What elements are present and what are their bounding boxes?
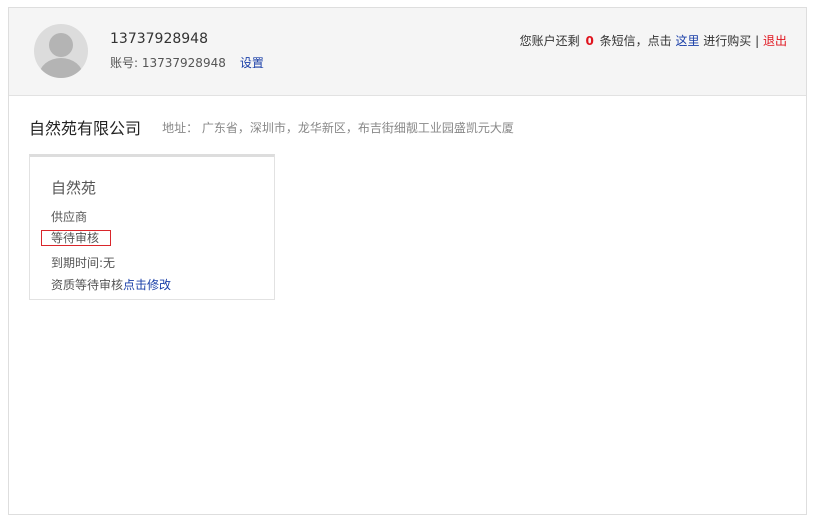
logout-link[interactable]: 退出 xyxy=(763,34,787,48)
account-value: 13737928948 xyxy=(141,56,226,70)
sms-prefix: 您账户还剩 xyxy=(519,34,584,48)
sms-middle: 条短信，点击 xyxy=(595,34,676,48)
expire-info: 到期时间:无 xyxy=(51,256,116,270)
qualification-line: 资质等待审核点击修改 xyxy=(51,276,171,293)
sms-suffix: 进行购买 | xyxy=(699,34,763,48)
page-frame: 13737928948 账号: 13737928948 设置 您账户还剩 0 条短… xyxy=(8,7,807,515)
sms-status: 您账户还剩 0 条短信，点击 这里 进行购买 | 退出 xyxy=(520,32,787,49)
company-address: 地址： 广东省，深圳市，龙华新区，布吉街细靓工业园盛凯元大厦 xyxy=(162,120,514,135)
user-header: 13737928948 账号: 13737928948 设置 您账户还剩 0 条短… xyxy=(9,8,806,96)
company-name: 自然苑有限公司 xyxy=(29,119,142,138)
account-label: 账号: xyxy=(110,56,142,70)
avatar-head-shape xyxy=(49,33,73,57)
user-phone: 13737928948 xyxy=(110,31,208,47)
card-type: 供应商 xyxy=(51,210,88,224)
avatar-body-shape xyxy=(39,58,83,78)
status-badge: 等待审核 xyxy=(41,230,111,246)
status-text: 等待审核 xyxy=(51,231,100,245)
card-title: 自然苑 xyxy=(51,179,97,197)
qualification-text: 资质等待审核 xyxy=(51,278,124,292)
user-avatar-icon[interactable] xyxy=(34,24,88,78)
sms-count: 0 xyxy=(585,34,594,48)
settings-link[interactable]: 设置 xyxy=(240,56,264,70)
edit-qualification-link[interactable]: 点击修改 xyxy=(123,278,171,292)
company-row: 自然苑有限公司 地址： 广东省，深圳市，龙华新区，布吉街细靓工业园盛凯元大厦 xyxy=(29,115,514,139)
buy-sms-link[interactable]: 这里 xyxy=(675,34,699,48)
supplier-card: 自然苑 供应商 等待审核 到期时间:无 资质等待审核点击修改 xyxy=(29,154,275,300)
account-line: 账号: 13737928948 设置 xyxy=(110,54,264,71)
